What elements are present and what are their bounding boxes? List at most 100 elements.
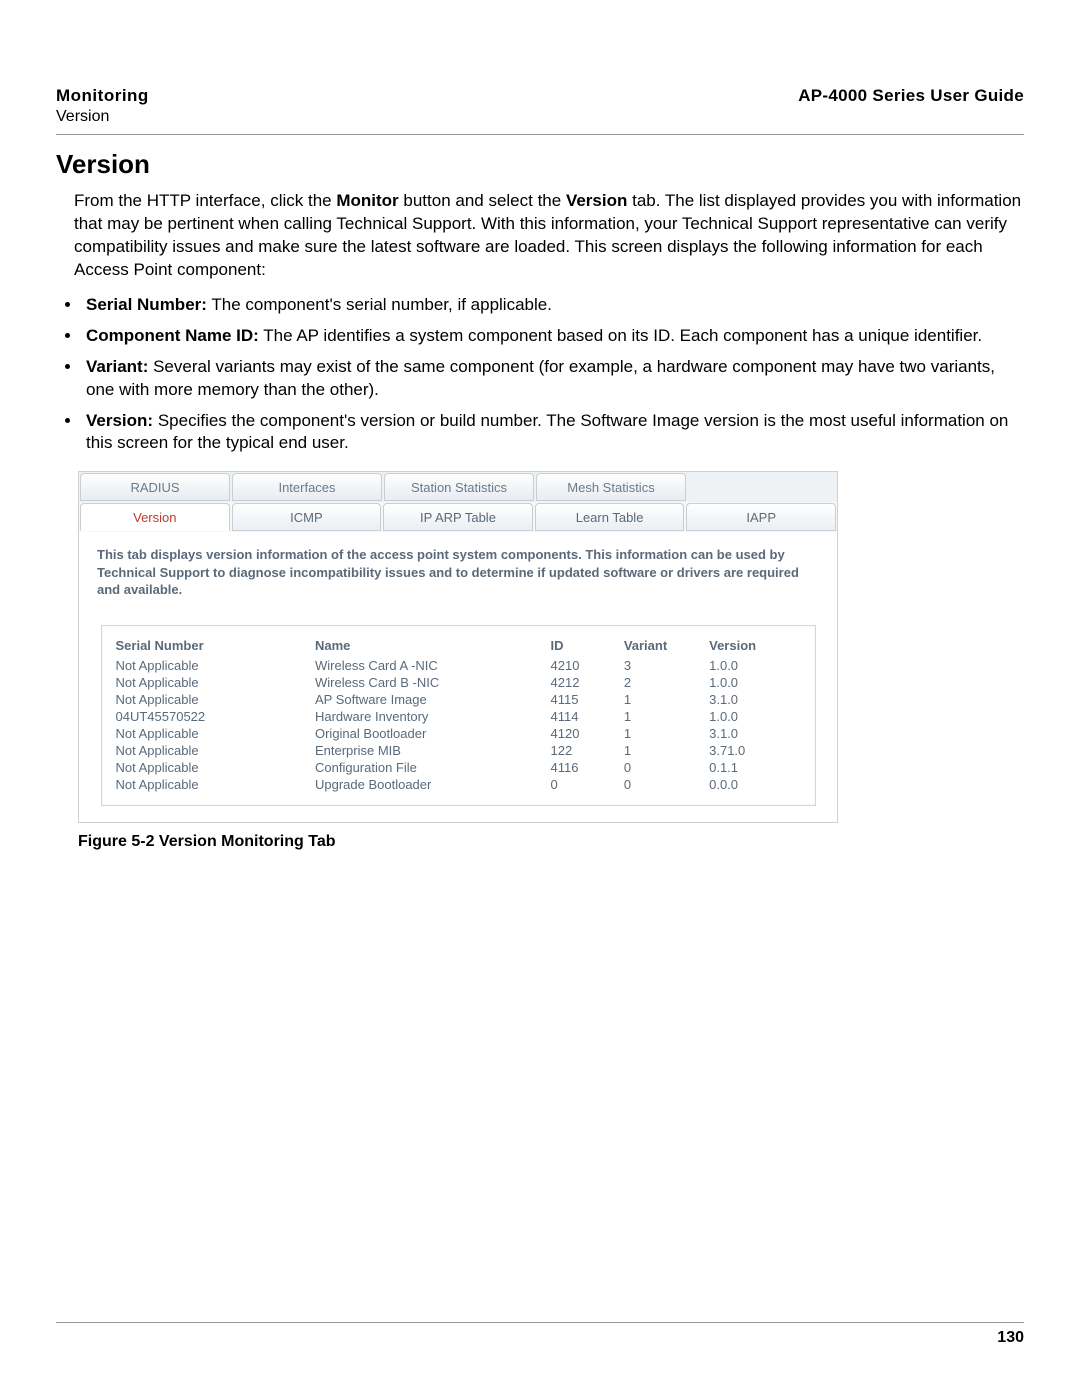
col-serial-number: Serial Number (116, 636, 315, 657)
bullet-item: Component Name ID: The AP identifies a s… (82, 325, 1024, 348)
header-guide-title: AP-4000 Series User Guide (798, 86, 1024, 106)
header-section: Monitoring (56, 86, 149, 106)
table-row: Not ApplicableConfiguration File411600.1… (116, 759, 801, 776)
cell-variant: 0 (624, 776, 709, 793)
panel-description: This tab displays version information of… (97, 546, 819, 599)
intro-text: button and select the (399, 191, 566, 210)
col-name: Name (315, 636, 551, 657)
table-row: Not ApplicableWireless Card A -NIC421031… (116, 657, 801, 674)
tab-iapp[interactable]: IAPP (686, 503, 836, 531)
cell-variant: 1 (624, 691, 709, 708)
cell-serial: Not Applicable (116, 657, 315, 674)
upper-tab-row: RADIUS Interfaces Station Statistics Mes… (79, 472, 837, 502)
tab-radius[interactable]: RADIUS (80, 473, 230, 501)
intro-text: From the HTTP interface, click the (74, 191, 336, 210)
lower-tab-row: Version ICMP IP ARP Table Learn Table IA… (79, 502, 837, 532)
table-row: Not ApplicableOriginal Bootloader412013.… (116, 725, 801, 742)
tab-learn-table[interactable]: Learn Table (535, 503, 685, 531)
cell-name: Wireless Card B -NIC (315, 674, 551, 691)
cell-id: 4212 (551, 674, 624, 691)
intro-bold-version: Version (566, 191, 627, 210)
cell-variant: 3 (624, 657, 709, 674)
cell-variant: 2 (624, 674, 709, 691)
cell-variant: 1 (624, 725, 709, 742)
section-title: Version (56, 149, 1024, 180)
bullet-text: The AP identifies a system component bas… (259, 326, 982, 345)
bullet-label: Variant: (86, 357, 148, 376)
cell-version: 1.0.0 (709, 674, 800, 691)
cell-version: 3.1.0 (709, 725, 800, 742)
intro-bold-monitor: Monitor (336, 191, 398, 210)
cell-id: 0 (551, 776, 624, 793)
bullet-item: Version: Specifies the component's versi… (82, 410, 1024, 456)
bullet-text: The component's serial number, if applic… (207, 295, 552, 314)
tab-interfaces[interactable]: Interfaces (232, 473, 382, 501)
tab-icmp[interactable]: ICMP (232, 503, 382, 531)
cell-id: 122 (551, 742, 624, 759)
cell-id: 4114 (551, 708, 624, 725)
cell-name: Upgrade Bootloader (315, 776, 551, 793)
tab-ip-arp-table[interactable]: IP ARP Table (383, 503, 533, 531)
page-number: 130 (56, 1329, 1024, 1347)
table-row: Not ApplicableEnterprise MIB12213.71.0 (116, 742, 801, 759)
cell-name: Original Bootloader (315, 725, 551, 742)
figure-caption: Figure 5-2 Version Monitoring Tab (78, 833, 1024, 851)
tab-station-statistics[interactable]: Station Statistics (384, 473, 534, 501)
cell-serial: Not Applicable (116, 691, 315, 708)
cell-variant: 1 (624, 742, 709, 759)
cell-id: 4210 (551, 657, 624, 674)
cell-name: Wireless Card A -NIC (315, 657, 551, 674)
cell-serial: Not Applicable (116, 742, 315, 759)
col-id: ID (551, 636, 624, 657)
cell-variant: 0 (624, 759, 709, 776)
section-intro: From the HTTP interface, click the Monit… (74, 190, 1024, 282)
cell-version: 0.1.1 (709, 759, 800, 776)
tab-version[interactable]: Version (80, 503, 230, 531)
bullet-item: Variant: Several variants may exist of t… (82, 356, 1024, 402)
table-row: Not ApplicableUpgrade Bootloader000.0.0 (116, 776, 801, 793)
cell-version: 1.0.0 (709, 657, 800, 674)
bullet-text: Several variants may exist of the same c… (86, 357, 995, 399)
cell-serial: Not Applicable (116, 725, 315, 742)
page-header: Monitoring Version AP-4000 Series User G… (56, 86, 1024, 126)
cell-id: 4120 (551, 725, 624, 742)
bullet-list: Serial Number: The component's serial nu… (82, 294, 1024, 456)
cell-name: Enterprise MIB (315, 742, 551, 759)
col-variant: Variant (624, 636, 709, 657)
cell-version: 1.0.0 (709, 708, 800, 725)
table-header-row: Serial Number Name ID Variant Version (116, 636, 801, 657)
header-divider (56, 134, 1024, 135)
cell-id: 4115 (551, 691, 624, 708)
version-panel: RADIUS Interfaces Station Statistics Mes… (78, 471, 838, 823)
cell-variant: 1 (624, 708, 709, 725)
table-row: 04UT45570522Hardware Inventory411411.0.0 (116, 708, 801, 725)
cell-version: 0.0.0 (709, 776, 800, 793)
cell-id: 4116 (551, 759, 624, 776)
version-table: Serial Number Name ID Variant Version No… (116, 636, 801, 793)
cell-name: Configuration File (315, 759, 551, 776)
cell-version: 3.71.0 (709, 742, 800, 759)
cell-name: Hardware Inventory (315, 708, 551, 725)
bullet-item: Serial Number: The component's serial nu… (82, 294, 1024, 317)
cell-serial: Not Applicable (116, 776, 315, 793)
cell-serial: Not Applicable (116, 674, 315, 691)
tab-mesh-statistics[interactable]: Mesh Statistics (536, 473, 686, 501)
footer-divider (56, 1322, 1024, 1323)
header-left: Monitoring Version (56, 86, 149, 126)
cell-name: AP Software Image (315, 691, 551, 708)
version-table-box: Serial Number Name ID Variant Version No… (101, 625, 816, 806)
cell-serial: Not Applicable (116, 759, 315, 776)
tab-blank (688, 473, 836, 501)
panel-body: This tab displays version information of… (79, 532, 837, 822)
table-row: Not ApplicableWireless Card B -NIC421221… (116, 674, 801, 691)
cell-serial: 04UT45570522 (116, 708, 315, 725)
bullet-label: Component Name ID: (86, 326, 259, 345)
col-version: Version (709, 636, 800, 657)
cell-version: 3.1.0 (709, 691, 800, 708)
bullet-text: Specifies the component's version or bui… (86, 411, 1008, 453)
header-subsection: Version (56, 108, 149, 126)
page-footer: 130 (56, 1322, 1024, 1347)
table-row: Not ApplicableAP Software Image411513.1.… (116, 691, 801, 708)
bullet-label: Version: (86, 411, 153, 430)
bullet-label: Serial Number: (86, 295, 207, 314)
